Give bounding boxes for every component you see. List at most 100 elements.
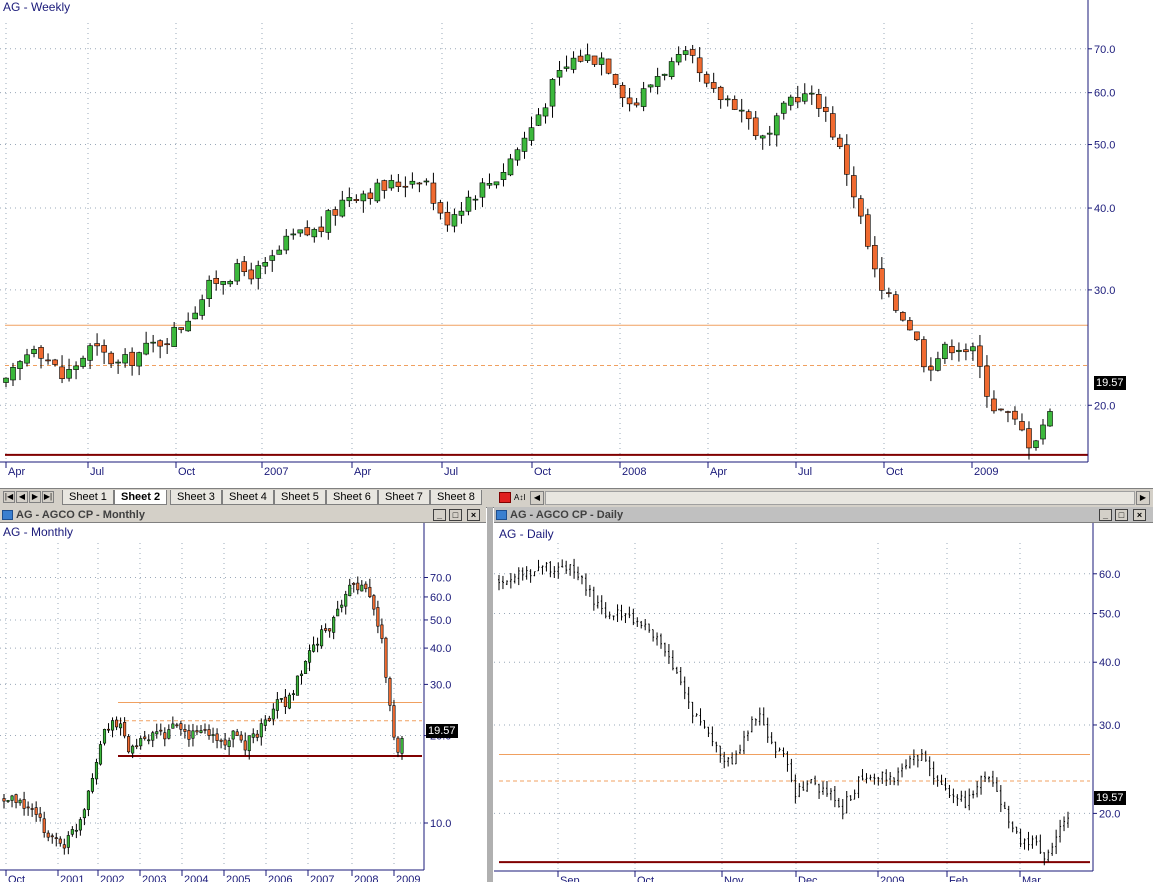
sheet-extra-label[interactable]: A↕I <box>514 491 526 504</box>
candle-down <box>248 269 255 280</box>
candle-down <box>22 799 26 809</box>
monthly-window-titlebar[interactable]: AG - AGCO CP - Monthly _ □ × <box>0 507 486 523</box>
sheet-tab-2[interactable]: Sheet 2 <box>114 490 168 505</box>
x-tick-label: 2009 <box>396 874 420 882</box>
candle-down <box>437 202 444 214</box>
candle-down <box>388 678 392 706</box>
minimize-button[interactable]: _ <box>433 509 446 521</box>
candle-up <box>766 132 773 135</box>
candle-up <box>647 84 654 88</box>
candle-down <box>977 345 983 367</box>
candle-down <box>914 331 920 341</box>
candle-down <box>900 312 906 321</box>
candle-up <box>10 795 14 801</box>
window-divider[interactable] <box>487 507 493 882</box>
close-button[interactable]: × <box>1133 509 1146 521</box>
candle-up <box>18 799 22 804</box>
sheet-tab-3[interactable]: Sheet 3 <box>170 490 222 505</box>
sheet-tab-1[interactable]: Sheet 1 <box>62 490 114 505</box>
y-tick-label: 30.0 <box>1099 720 1120 732</box>
weekly-chart[interactable]: 70.0 60.0 50.0 40.0 30.0 20.0 Apr Jul Oct 2007 Apr… <box>0 0 1153 488</box>
last-sheet-button[interactable]: ▶| <box>42 491 54 503</box>
sheet-tab-7[interactable]: Sheet 7 <box>378 490 430 505</box>
candle-down <box>42 818 46 833</box>
candle-up <box>283 235 290 251</box>
minimize-button[interactable]: _ <box>1099 509 1112 521</box>
y-tick-label: 50.0 <box>1099 609 1120 621</box>
candle-down <box>928 366 934 371</box>
close-button[interactable]: × <box>467 509 480 521</box>
candle-up <box>66 369 72 379</box>
daily-window[interactable]: AG - AGCO CP - Daily _ □ × 60.0 50.0 40.0 3… <box>494 507 1153 882</box>
monthly-title: AG - Monthly <box>3 525 74 539</box>
candle-down <box>255 733 259 738</box>
monthly-window[interactable]: AG - AGCO CP - Monthly _ □ × 70.0 60.0 50.… <box>0 507 486 882</box>
candle-down <box>577 55 584 62</box>
maximize-button[interactable]: □ <box>449 509 462 521</box>
candle-up <box>759 135 766 139</box>
candle-up <box>316 643 320 646</box>
candle-up <box>500 172 507 180</box>
candle-up <box>942 343 948 360</box>
candle-down <box>34 807 38 815</box>
candle-up <box>348 584 352 597</box>
scroll-left-button[interactable]: ◀ <box>530 491 544 505</box>
sheet-color-icon[interactable] <box>499 492 511 503</box>
prev-sheet-button[interactable]: ◀ <box>16 491 28 503</box>
x-tick-label: 2007 <box>310 874 334 882</box>
sheet-tab-8[interactable]: Sheet 8 <box>430 490 482 505</box>
candle-up <box>374 182 381 202</box>
x-tick-label: Apr <box>8 466 25 478</box>
candle-down <box>175 724 179 727</box>
first-sheet-button[interactable]: |◀ <box>3 491 15 503</box>
daily-window-titlebar[interactable]: AG - AGCO CP - Daily _ □ × <box>494 507 1153 523</box>
sheet-tab-5[interactable]: Sheet 5 <box>274 490 326 505</box>
x-tick-label: 2004 <box>184 874 208 882</box>
candle-down <box>395 181 402 187</box>
next-sheet-button[interactable]: ▶ <box>29 491 41 503</box>
candle-up <box>675 54 682 63</box>
candle-down <box>135 745 139 748</box>
candle-up <box>171 326 177 347</box>
candle-down <box>949 346 955 354</box>
candle-up <box>78 819 82 831</box>
candle-down <box>324 628 328 631</box>
candle-up <box>185 320 191 332</box>
y-tick-label: 10.0 <box>430 818 451 830</box>
candle-down <box>163 732 167 740</box>
sheet-tab-4[interactable]: Sheet 4 <box>222 490 274 505</box>
candle-down <box>195 730 199 733</box>
candle-up <box>251 733 255 738</box>
candle-up <box>325 210 332 233</box>
candle-up <box>191 730 195 739</box>
candle-down <box>115 719 119 728</box>
horizontal-scrollbar[interactable] <box>545 491 1135 505</box>
candle-down <box>893 294 899 311</box>
candle-up <box>542 107 549 117</box>
candle-down <box>203 729 207 731</box>
candle-down <box>101 345 107 353</box>
monthly-window-title: AG - AGCO CP - Monthly <box>16 509 145 521</box>
candle-up <box>6 799 10 802</box>
sheet-tab-6[interactable]: Sheet 6 <box>326 490 378 505</box>
maximize-button[interactable]: □ <box>1115 509 1128 521</box>
sheet-tab-bar: |◀ ◀ ▶ ▶| Sheet 1 Sheet 2 Sheet 3 Sheet 4 Sh… <box>0 488 1153 508</box>
monthly-chart[interactable]: 70.060.050.040.030.020.010.0Oct200120022… <box>0 523 486 882</box>
candle-down <box>2 798 6 802</box>
candle-up <box>150 341 156 344</box>
weekly-title: AG - Weekly <box>3 0 71 14</box>
x-tick-label: Oct <box>637 875 654 882</box>
daily-last-price: 19.57 <box>1094 791 1126 805</box>
daily-chart[interactable]: 60.0 50.0 40.0 30.0 20.0 Sep Oct Nov Dec 2009 Feb M… <box>494 523 1153 882</box>
candle-down <box>396 737 400 753</box>
candle-down <box>14 794 18 803</box>
daily-title: AG - Daily <box>499 527 554 541</box>
scroll-right-button[interactable]: ▶ <box>1136 491 1150 505</box>
candle-down <box>689 49 696 56</box>
candle-up <box>73 365 79 370</box>
candle-down <box>703 74 710 84</box>
candle-up <box>336 608 340 617</box>
weekly-chart-panel[interactable]: 70.0 60.0 50.0 40.0 30.0 20.0 Apr Jul Oct 2007 Apr… <box>0 0 1153 488</box>
candle-down <box>267 717 271 722</box>
candle-up <box>640 88 647 107</box>
